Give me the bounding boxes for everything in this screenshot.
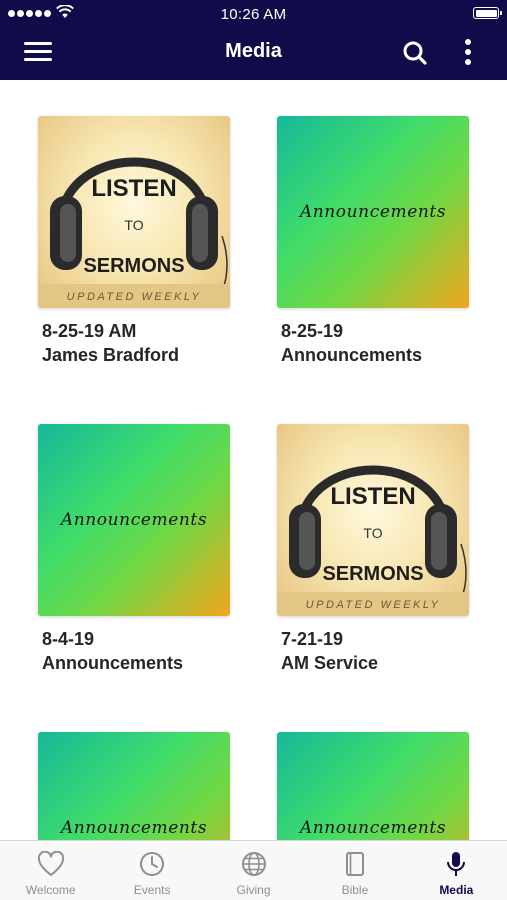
tab-bible[interactable]: Bible: [304, 841, 405, 900]
media-date: 8-25-19 AM: [42, 321, 137, 341]
media-title: Announcements: [281, 345, 423, 365]
media-item[interactable]: Announcements 8-4-19 Announcements: [38, 424, 238, 675]
thumb-footer: UPDATED WEEKLY: [67, 291, 202, 303]
media-date: 7-21-19: [281, 629, 344, 649]
tab-label: Giving: [236, 883, 271, 897]
announcements-thumbnail: Announcements: [38, 424, 230, 616]
tab-welcome[interactable]: Welcome: [0, 841, 101, 900]
media-title: Announcements: [42, 653, 184, 673]
tab-media[interactable]: Media: [406, 841, 507, 900]
announcements-thumbnail: Announcements: [277, 732, 469, 840]
app-header: 10:26 AM Media: [0, 0, 507, 80]
thumb-title: LISTEN: [330, 483, 415, 510]
media-item[interactable]: LISTEN TO SERMONS UPDATED WEEKLY 7-21-19…: [277, 424, 477, 675]
tab-events[interactable]: Events: [101, 841, 202, 900]
media-item[interactable]: Announcements: [38, 732, 238, 840]
more-options-button[interactable]: [458, 38, 478, 66]
heart-icon: [37, 851, 64, 876]
media-item[interactable]: LISTEN TO SERMONS UPDATED WEEKLY 8-25-19…: [38, 116, 238, 367]
tab-label: Media: [439, 883, 474, 897]
media-grid: LISTEN TO SERMONS UPDATED WEEKLY 8-25-19…: [0, 80, 507, 840]
tab-label: Events: [133, 883, 171, 897]
thumb-text: Announcements: [299, 202, 447, 222]
media-item[interactable]: Announcements: [277, 732, 477, 840]
listen-to-sermons-thumbnail: LISTEN TO SERMONS UPDATED WEEKLY: [38, 116, 230, 308]
nav-bar: Media: [0, 28, 507, 78]
thumb-text: Announcements: [60, 510, 208, 530]
book-icon: [345, 852, 364, 876]
status-time: 10:26 AM: [220, 6, 287, 23]
tab-giving[interactable]: Giving: [203, 841, 304, 900]
announcements-thumbnail: Announcements: [38, 732, 230, 840]
media-date: 8-4-19: [42, 629, 95, 649]
globe-icon: [241, 852, 266, 876]
thumb-text: Announcements: [299, 818, 447, 838]
media-date: 8-25-19: [281, 321, 344, 341]
thumb-footer: UPDATED WEEKLY: [306, 599, 441, 611]
tab-bar: Welcome Events Giving Bible Media: [0, 840, 507, 900]
thumb-sermons: SERMONS: [322, 563, 423, 585]
thumb-sermons: SERMONS: [83, 255, 184, 277]
thumb-to: TO: [124, 217, 143, 233]
battery-icon: [473, 7, 502, 19]
microphone-icon: [447, 852, 466, 876]
media-item[interactable]: Announcements 8-25-19 Announcements: [277, 116, 477, 367]
more-vertical-icon: [465, 39, 471, 65]
search-icon: [403, 41, 427, 65]
status-bar: 10:26 AM: [0, 0, 507, 28]
thumb-to: TO: [363, 525, 382, 541]
media-title: AM Service: [281, 653, 379, 673]
page-title: Media: [225, 40, 282, 62]
announcements-thumbnail: Announcements: [277, 116, 469, 308]
listen-to-sermons-thumbnail: LISTEN TO SERMONS UPDATED WEEKLY: [277, 424, 469, 616]
media-title: James Bradford: [42, 345, 180, 365]
tab-label: Welcome: [25, 883, 76, 897]
search-button[interactable]: [402, 40, 428, 66]
clock-icon: [140, 852, 165, 876]
thumb-text: Announcements: [60, 818, 208, 838]
tab-label: Bible: [341, 883, 369, 897]
thumb-title: LISTEN: [91, 175, 176, 202]
